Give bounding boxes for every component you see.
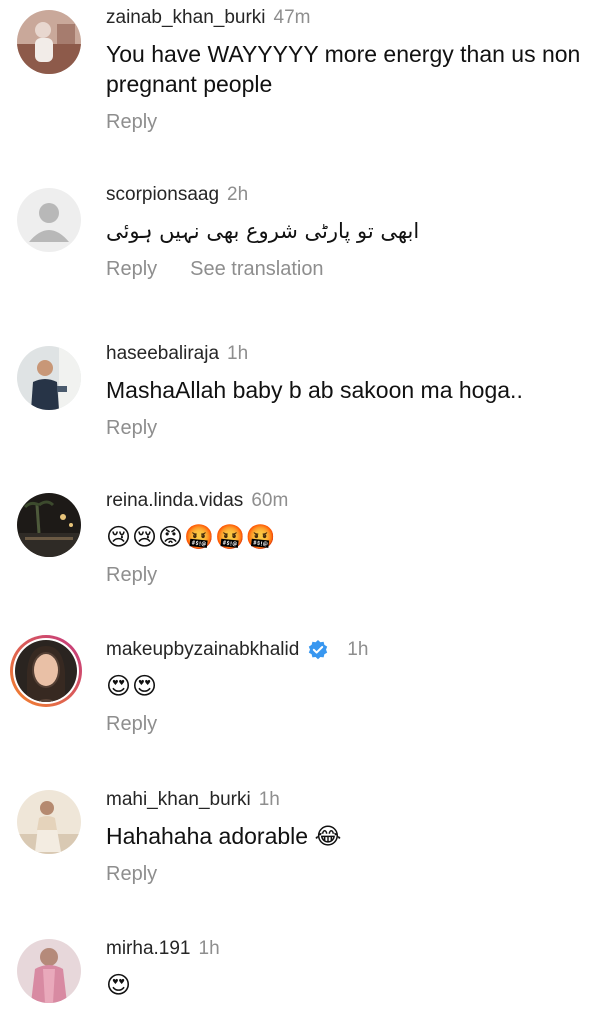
comment-username[interactable]: scorpionsaag [106, 183, 219, 207]
reply-button[interactable]: Reply [106, 415, 157, 441]
avatar-makeupbyzainabkhalid[interactable] [9, 634, 83, 708]
reply-button[interactable]: Reply [106, 861, 157, 887]
reply-button[interactable]: Reply [106, 711, 157, 737]
avatar-mahi-khan-burki[interactable] [17, 790, 81, 854]
comment-timestamp: 47m [273, 7, 311, 28]
comment-username[interactable]: zainab_khan_burki [106, 6, 266, 30]
avatar-zainab-khan-burki[interactable] [17, 10, 81, 74]
comment-timestamp: 1h [258, 789, 280, 810]
comment-timestamp: 1h [347, 639, 369, 660]
avatar-haseebaliraja[interactable] [17, 346, 81, 410]
comment-username[interactable]: makeupbyzainabkhalid [106, 638, 299, 662]
comment-timestamp: 1h [198, 938, 220, 959]
default-user-icon [17, 188, 81, 252]
comment-username[interactable]: mirha.191 [106, 937, 191, 961]
comment-text: Hahahaha adorable 😂 [106, 823, 342, 849]
avatar-reina-linda-vidas[interactable] [17, 493, 81, 557]
reply-button[interactable]: Reply [106, 256, 157, 282]
comment-text: 😍 [106, 971, 133, 999]
comment-text: You have WAYYYYY more energy than us non… [106, 41, 581, 97]
reply-button[interactable]: Reply [106, 562, 157, 588]
comment-timestamp: 60m [251, 490, 289, 511]
comment-timestamp: 2h [227, 184, 249, 205]
comment-text: 😍😍 [106, 672, 159, 700]
comment-timestamp: 1h [227, 343, 249, 364]
comment-text: MashaAllah baby b ab sakoon ma hoga.. [106, 377, 523, 403]
comment-text: ابھی تو پارٹی شروع بھی نہیں ہوئی [106, 219, 420, 243]
avatar-mirha-191[interactable] [17, 939, 81, 1003]
avatar-scorpionsaag[interactable] [17, 188, 81, 252]
see-translation-button[interactable]: See translation [190, 256, 323, 282]
verified-badge-icon [307, 639, 329, 661]
comment-text: 😢😢😡🤬🤬🤬 [106, 523, 277, 551]
comment-username[interactable]: mahi_khan_burki [106, 788, 251, 812]
comment-username[interactable]: reina.linda.vidas [106, 489, 243, 513]
reply-button[interactable]: Reply [106, 109, 157, 135]
comment-username[interactable]: haseebaliraja [106, 342, 219, 366]
